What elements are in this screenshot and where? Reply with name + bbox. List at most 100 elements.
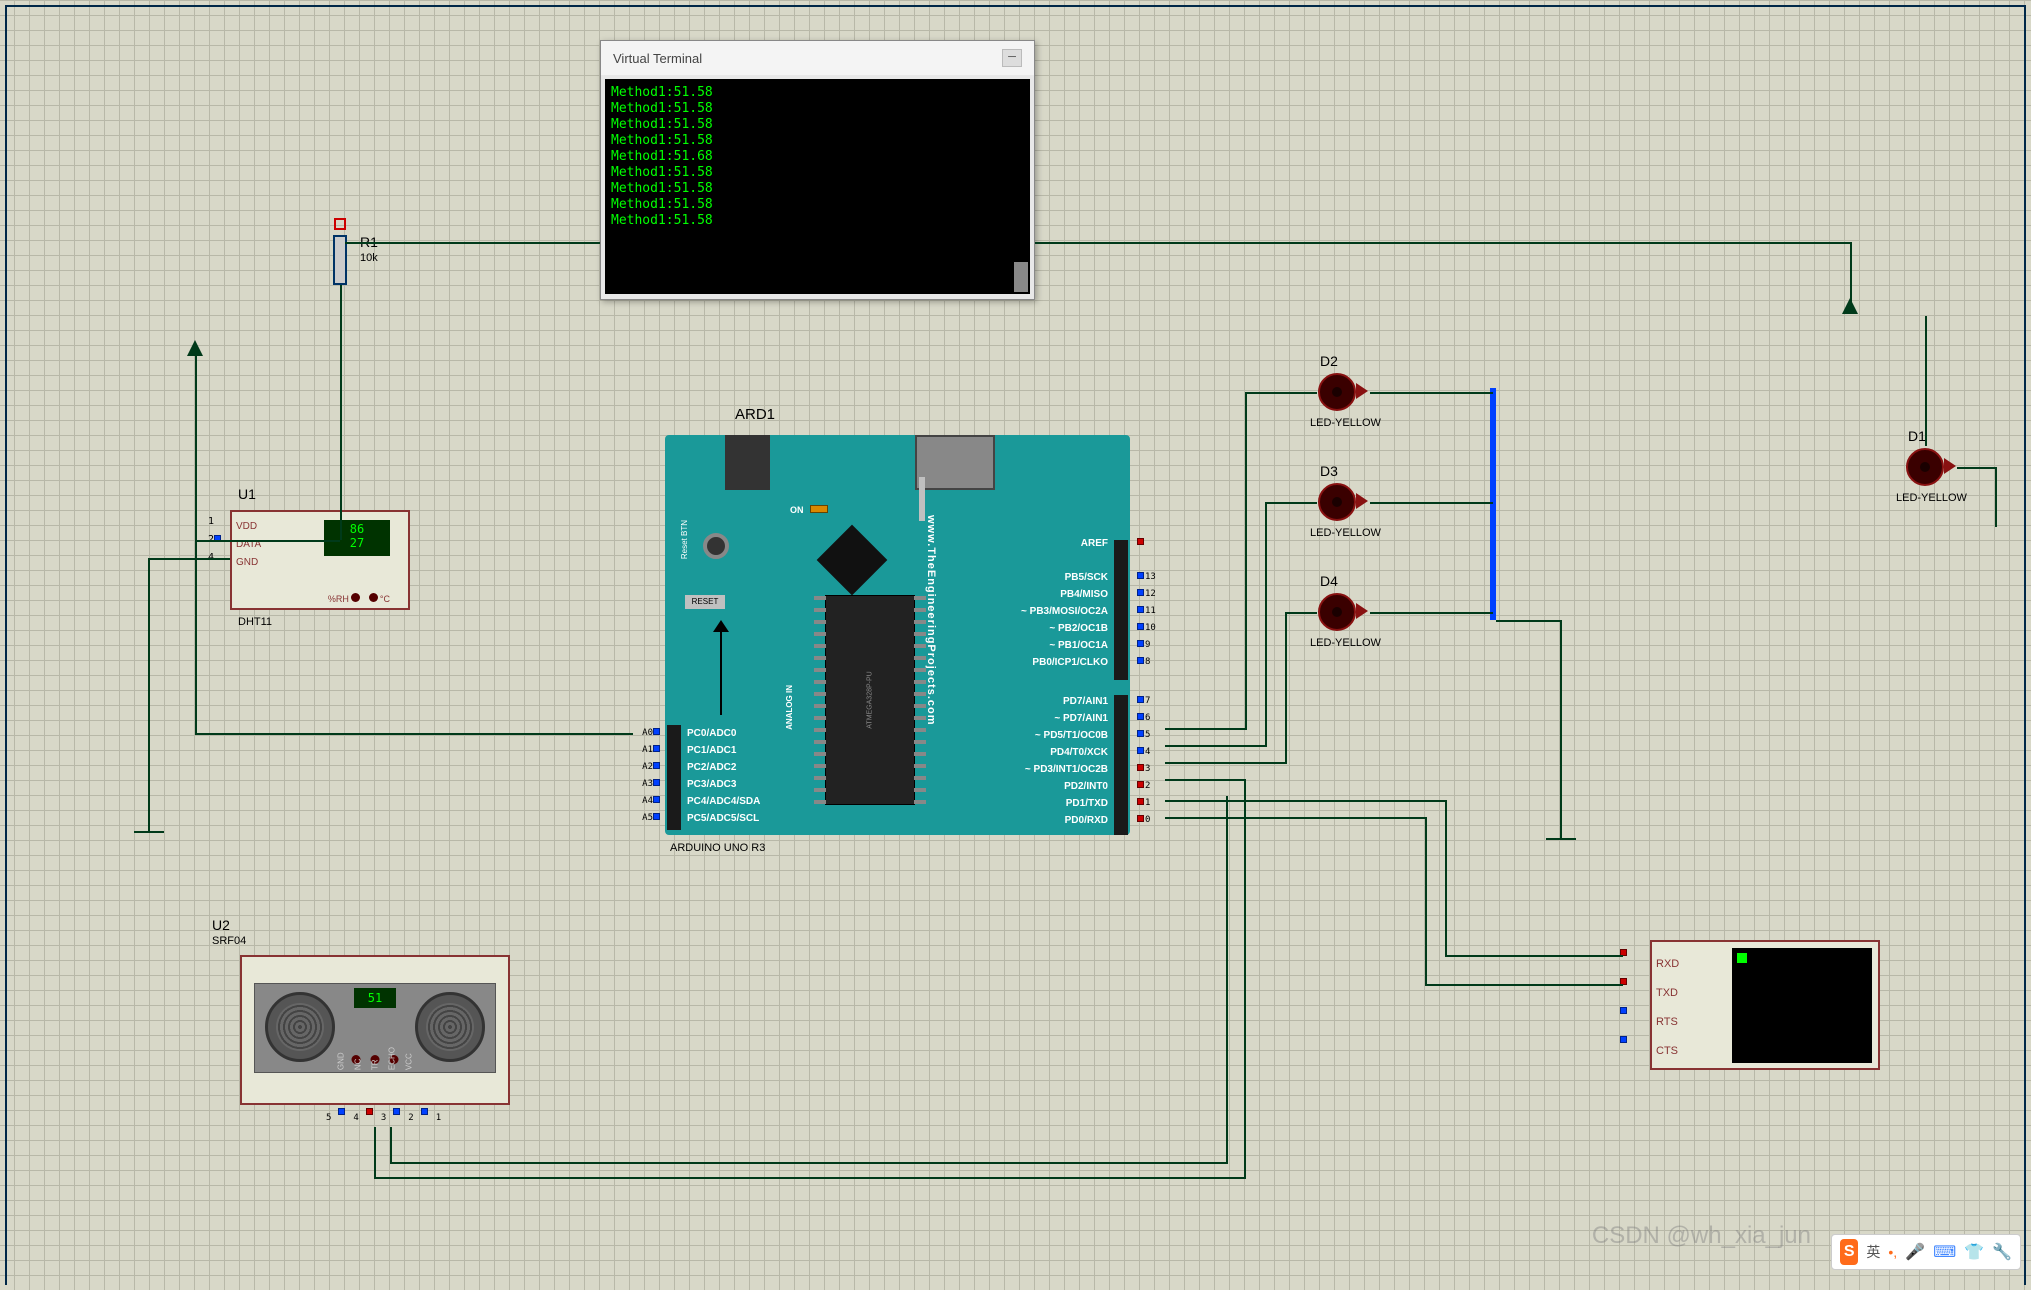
power-arrow-icon	[1842, 298, 1858, 314]
vterm-line: Method1:51.58	[611, 165, 1024, 181]
r1-terminal-top[interactable]	[334, 218, 346, 230]
wire[interactable]	[1995, 467, 1997, 527]
wire[interactable]	[1244, 779, 1246, 1179]
left-pin-labels: PC0/ADC0PC1/ADC1PC2/ADC2 PC3/ADC3PC4/ADC…	[687, 725, 760, 827]
bus-wire[interactable]	[1490, 388, 1496, 620]
u1-part: DHT11	[238, 616, 272, 628]
component-dht11[interactable]: VDD DATA GND 86 27 %RH °C	[230, 510, 410, 610]
wire[interactable]	[1445, 955, 1623, 957]
d3-ref: D3	[1320, 463, 1338, 479]
vterm-titlebar[interactable]: Virtual Terminal ─	[601, 41, 1034, 75]
wire[interactable]	[1425, 984, 1623, 986]
power-arrow-icon	[187, 340, 203, 356]
wire[interactable]	[1285, 612, 1317, 614]
wire[interactable]	[374, 1127, 376, 1177]
power-led-icon	[810, 505, 828, 513]
component-arduino[interactable]: Reset BTN ON RESET www.TheEngineeringPro…	[665, 435, 1130, 835]
dht-indicators: %RH °C	[328, 593, 390, 604]
wire[interactable]	[1496, 620, 1562, 622]
wire[interactable]	[1165, 779, 1245, 781]
wire[interactable]	[1957, 467, 1997, 469]
wire[interactable]	[345, 242, 600, 244]
component-serial-terminal[interactable]: RXD TXD RTS CTS	[1650, 940, 1880, 1070]
d2-ref: D2	[1320, 353, 1338, 369]
diode-arrow-icon	[713, 620, 729, 632]
wire[interactable]	[1165, 762, 1285, 764]
term-txd-pin	[1620, 977, 1628, 988]
wire[interactable]	[1265, 502, 1267, 747]
ard-part: ARDUINO UNO R3	[670, 842, 765, 854]
wire[interactable]	[1265, 502, 1317, 504]
wire[interactable]	[1165, 817, 1425, 819]
vterm-output[interactable]: Method1:51.58 Method1:51.58 Method1:51.5…	[605, 79, 1030, 294]
wire[interactable]	[390, 1127, 392, 1162]
cursor-icon	[1737, 953, 1747, 963]
wire[interactable]	[1245, 392, 1317, 394]
u2-part: SRF04	[212, 935, 246, 947]
vterm-line: Method1:51.58	[611, 85, 1024, 101]
term-pin-labels: RXD TXD RTS CTS	[1656, 950, 1679, 1066]
component-d4[interactable]	[1318, 593, 1356, 631]
wire[interactable]	[1165, 745, 1265, 747]
wire[interactable]	[1370, 392, 1493, 394]
ard-ref: ARD1	[735, 406, 775, 423]
wire[interactable]	[390, 1162, 1226, 1164]
ard-right-top-ext: 13 12 11 10 9 8	[1137, 535, 1156, 671]
wire[interactable]	[148, 558, 230, 560]
vterm-line: Method1:51.58	[611, 117, 1024, 133]
reset-label: RESET	[685, 595, 725, 609]
vterm-line: Method1:51.58	[611, 133, 1024, 149]
component-d3[interactable]	[1318, 483, 1356, 521]
chip-smd-icon	[817, 525, 888, 596]
wire[interactable]	[1226, 796, 1228, 1164]
r1-value: 10k	[360, 252, 378, 264]
sogou-logo-icon[interactable]: S	[1840, 1239, 1858, 1265]
wire[interactable]	[1035, 242, 1850, 244]
srf-ext-pins: 54321	[326, 1110, 441, 1127]
ime-lang[interactable]: 英	[1866, 1242, 1880, 1262]
wire[interactable]	[1925, 316, 1927, 446]
mic-icon[interactable]: 🎤	[1905, 1242, 1925, 1262]
u2-ref: U2	[212, 917, 230, 933]
vterm-line: Method1:51.58	[611, 197, 1024, 213]
ultrasonic-tx-icon	[265, 992, 335, 1062]
scrollbar-thumb[interactable]	[1014, 262, 1028, 292]
wire[interactable]	[195, 355, 197, 735]
wire[interactable]	[1245, 392, 1247, 730]
term-cts-pin	[1620, 1035, 1628, 1046]
wire[interactable]	[374, 1177, 1244, 1179]
vterm-line: Method1:51.58	[611, 101, 1024, 117]
analog-label: ANALOG IN	[785, 685, 794, 730]
srf-display: 51	[354, 988, 396, 1008]
component-d2[interactable]	[1318, 373, 1356, 411]
wire[interactable]	[340, 285, 342, 540]
close-icon[interactable]: ─	[1002, 49, 1022, 67]
wire[interactable]	[1370, 502, 1493, 504]
wire[interactable]	[1165, 728, 1245, 730]
wire[interactable]	[1425, 817, 1427, 984]
ime-toolbar[interactable]: S 英 •, 🎤 ⌨ 👕 🔧	[1831, 1234, 2021, 1270]
wire[interactable]	[1165, 800, 1445, 802]
right-bot-labels: PD7/AIN1~ PD7/AIN1~ PD5/T1/OC0BPD4/T0/XC…	[1025, 693, 1108, 829]
virtual-terminal-window[interactable]: Virtual Terminal ─ Method1:51.58 Method1…	[600, 40, 1035, 300]
wire[interactable]	[195, 733, 633, 735]
reset-btn-label: Reset BTN	[680, 520, 689, 559]
keyboard-icon[interactable]: ⌨	[1933, 1242, 1956, 1262]
wire[interactable]	[195, 540, 340, 542]
d1-part: LED-YELLOW	[1896, 492, 1967, 504]
component-d1[interactable]	[1906, 448, 1944, 486]
component-srf04[interactable]: 51 GNDNCTRECHOVCC	[240, 955, 510, 1105]
usb-port-icon	[915, 435, 995, 490]
wire[interactable]	[148, 558, 150, 823]
vterm-line: Method1:51.58	[611, 213, 1024, 229]
tool-icon[interactable]: 🔧	[1992, 1242, 2012, 1262]
reset-button[interactable]	[703, 533, 729, 559]
schematic-canvas[interactable]: Virtual Terminal ─ Method1:51.58 Method1…	[0, 0, 2031, 1290]
wire[interactable]	[1370, 612, 1493, 614]
d4-part: LED-YELLOW	[1310, 637, 1381, 649]
wire[interactable]	[1560, 620, 1562, 830]
skin-icon[interactable]: 👕	[1964, 1242, 1984, 1262]
d3-part: LED-YELLOW	[1310, 527, 1381, 539]
wire[interactable]	[1285, 612, 1287, 764]
wire[interactable]	[1445, 800, 1447, 955]
